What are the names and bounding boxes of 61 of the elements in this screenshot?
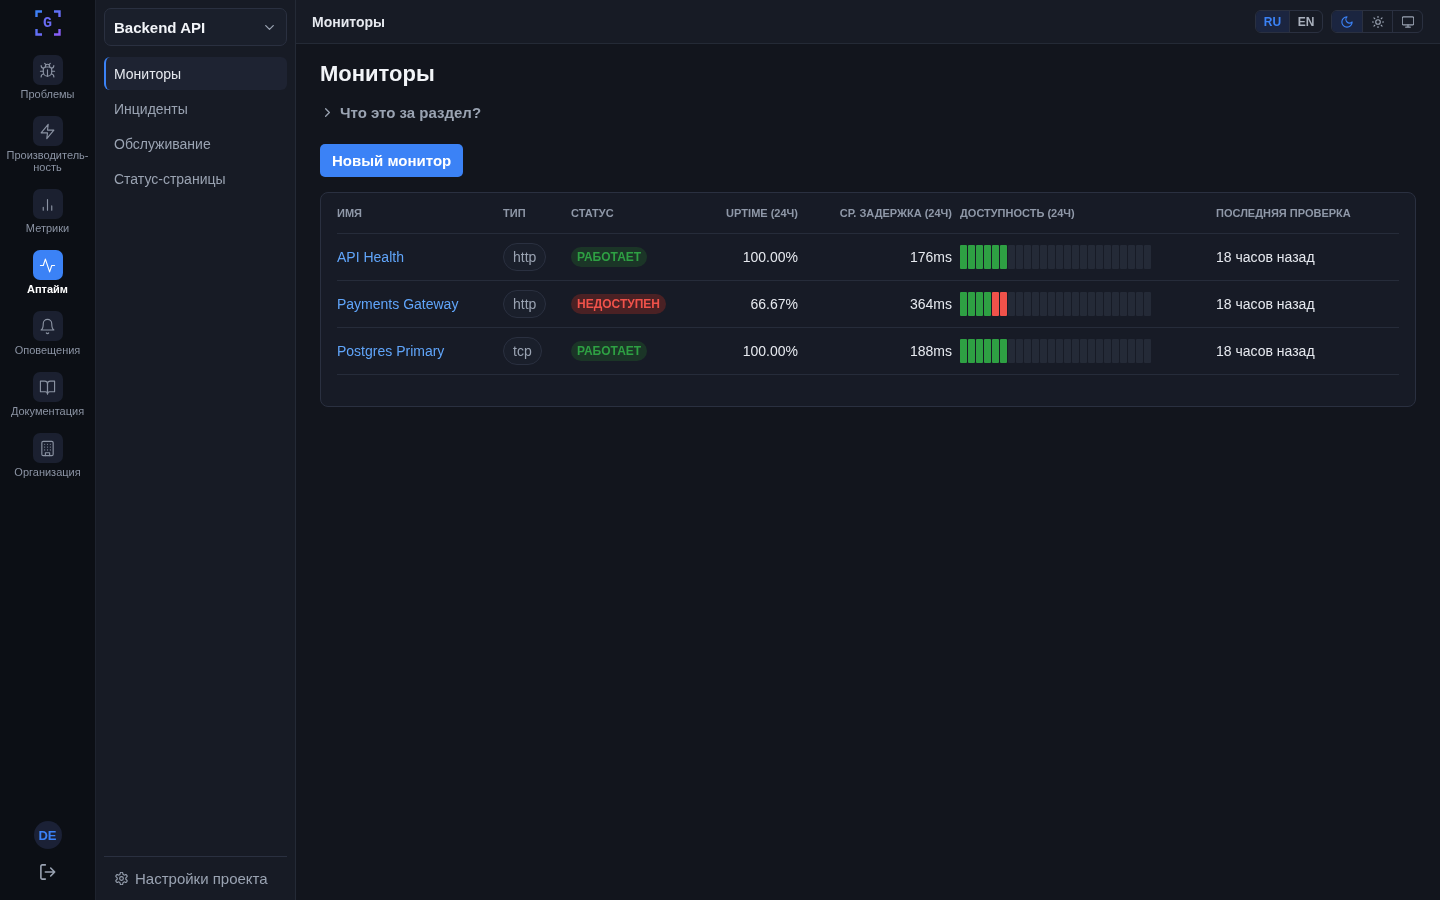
lightning-icon bbox=[32, 116, 63, 146]
monitor-type-tag: tcp bbox=[503, 337, 542, 365]
last-check-time: 18 часов назад bbox=[1216, 343, 1315, 359]
language-option[interactable]: RU bbox=[1256, 11, 1289, 32]
sidebar-nav-item[interactable]: Инциденты bbox=[104, 92, 287, 125]
column-header: UPTIME (24Ч) bbox=[725, 207, 799, 219]
header-title: Мониторы bbox=[312, 13, 385, 30]
nav-link[interactable]: Проблемы bbox=[0, 55, 95, 100]
sidebar-nav-item[interactable]: Обслуживание bbox=[104, 127, 287, 160]
status-badge: РАБОТАЕТ bbox=[571, 341, 648, 361]
latency-value: 364ms bbox=[909, 296, 952, 312]
logo[interactable]: G bbox=[34, 10, 61, 36]
theme-option[interactable] bbox=[1332, 11, 1362, 32]
monitor-type-tag: http bbox=[503, 290, 547, 318]
monitor-name-link[interactable]: API Health bbox=[337, 249, 404, 265]
settings-icon bbox=[115, 872, 128, 885]
uptime-value: 66.67% bbox=[750, 296, 798, 312]
column-header: ПОСЛЕДНЯЯ ПРОВЕРКА bbox=[1216, 207, 1352, 219]
moon-icon bbox=[1341, 15, 1353, 28]
book-icon bbox=[32, 372, 63, 402]
chevron-icon bbox=[325, 107, 330, 117]
project-settings-link[interactable]: Настройки проекта bbox=[104, 870, 268, 887]
language-option[interactable]: EN bbox=[1289, 11, 1322, 32]
column-header: ТИП bbox=[503, 207, 527, 219]
column-header: СР. ЗАДЕРЖКА (24Ч) bbox=[838, 207, 953, 219]
bell-icon bbox=[32, 311, 63, 341]
chevron-down-icon bbox=[265, 24, 274, 30]
bar-chart-icon bbox=[32, 189, 63, 219]
column-header: СТАТУС bbox=[571, 207, 615, 219]
sidebar-nav-item[interactable]: Мониторы bbox=[104, 57, 287, 90]
monitor-name-link[interactable]: Postgres Primary bbox=[337, 343, 445, 359]
help-disclosure[interactable]: Что это за раздел? bbox=[320, 102, 482, 122]
monitor-name-link[interactable]: Payments Gateway bbox=[337, 296, 459, 312]
nav-link[interactable]: Документация bbox=[0, 372, 95, 417]
sidebar-nav-item[interactable]: Статус-страницы bbox=[104, 162, 287, 195]
last-check-time: 18 часов назад bbox=[1216, 249, 1315, 265]
status-badge: НЕДОСТУПЕН bbox=[571, 294, 666, 314]
column-header: ИМЯ bbox=[337, 207, 363, 219]
column-header: ДОСТУПНОСТЬ (24Ч) bbox=[960, 207, 1076, 219]
nav-link[interactable]: Организация bbox=[0, 433, 95, 478]
bug-icon bbox=[32, 55, 63, 85]
new-monitor-button[interactable]: Новый монитор bbox=[320, 144, 464, 177]
nav-link[interactable]: Метрики bbox=[0, 189, 95, 234]
nav-link[interactable]: Оповещения bbox=[0, 311, 95, 356]
latency-value: 188ms bbox=[909, 343, 952, 359]
logout-icon[interactable] bbox=[39, 864, 56, 880]
building-icon bbox=[32, 433, 63, 463]
uptime-value: 100.00% bbox=[742, 343, 798, 359]
project-select[interactable]: Backend API bbox=[104, 8, 287, 46]
pulse-icon bbox=[32, 250, 63, 280]
uptime-value: 100.00% bbox=[742, 249, 798, 265]
status-badge: РАБОТАЕТ bbox=[571, 247, 648, 267]
latency-value: 176ms bbox=[909, 249, 952, 265]
nav-link[interactable]: Аптайм bbox=[0, 250, 95, 295]
sun-icon bbox=[1371, 15, 1384, 28]
nav-link[interactable]: Производитель-ность bbox=[0, 116, 95, 173]
last-check-time: 18 часов назад bbox=[1216, 296, 1315, 312]
avatar[interactable]: DE bbox=[33, 821, 62, 849]
monitor-icon bbox=[1401, 15, 1414, 28]
monitor-type-tag: http bbox=[503, 243, 547, 271]
page-heading: Мониторы bbox=[320, 61, 436, 87]
